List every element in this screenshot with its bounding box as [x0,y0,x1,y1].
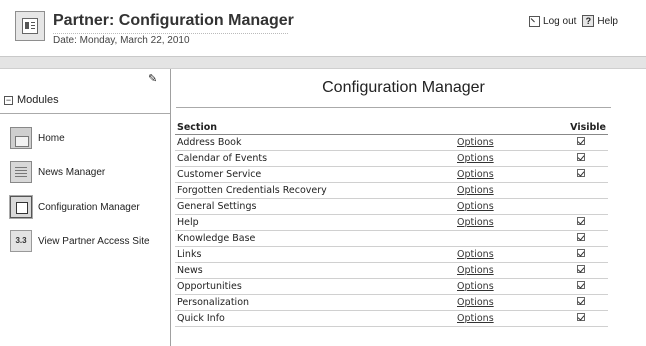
table-row: Quick Info Options [175,310,608,327]
visible-cell [554,150,608,167]
sidebar-item-home[interactable]: Home [10,127,65,149]
options-link[interactable]: Options [455,294,554,311]
title-rule [176,107,611,108]
options-link[interactable]: Options [455,182,554,199]
section-name: Opportunities [175,278,455,295]
visible-checkbox-icon[interactable] [577,217,585,225]
visible-checkbox-icon[interactable] [577,265,585,273]
table-row: General Settings Options [175,198,608,215]
visible-cell [554,246,608,263]
toolbar-band [0,57,646,69]
section-name: News [175,262,455,279]
page-title: Configuration Manager [322,79,485,96]
table-row: News Options [175,262,608,279]
visible-cell [554,214,608,231]
visible-checkbox-icon[interactable] [577,153,585,161]
visible-cell [554,134,608,151]
section-name: Knowledge Base [175,230,455,247]
collapse-icon[interactable]: − [4,95,13,105]
help-link[interactable]: ? Help [582,15,618,27]
visible-checkbox-icon[interactable] [577,313,585,321]
sidebar-item-label: View Partner Access Site [38,235,150,247]
sidebar-item-label: Configuration Manager [38,201,140,213]
home-icon [10,127,32,149]
sidebar: ✎ − Modules Home News Manager Configurat… [0,69,171,346]
section-name: Customer Service [175,166,455,183]
app-title: Partner: Configuration Manager [53,12,294,29]
table-row: Help Options [175,214,608,231]
app-logo-icon [15,11,45,41]
logout-label: Log out [543,15,577,27]
options-column-header [455,121,554,135]
table-row: Links Options [175,246,608,263]
options-link[interactable]: Options [455,310,554,327]
options-link[interactable]: Options [455,246,554,263]
section-name: Personalization [175,294,455,311]
visible-cell [554,310,608,327]
table-row: Address Book Options [175,134,608,151]
current-date: Date: Monday, March 22, 2010 [53,35,190,46]
help-icon: ? [582,15,595,27]
visible-column-header: Visible [554,121,608,135]
section-name: Quick Info [175,310,455,327]
help-label: Help [597,15,618,27]
section-name: Links [175,246,455,263]
news-manager-icon [10,161,32,183]
table-row: Knowledge Base [175,230,608,247]
table-header-row: Section Visible [175,121,608,135]
app-header: Partner: Configuration Manager Date: Mon… [0,0,646,57]
section-name: Forgotten Credentials Recovery [175,182,455,199]
modules-label: Modules [17,94,59,106]
visible-checkbox-icon[interactable] [577,249,585,257]
sections-table: Section Visible Address Book Options Calen… [175,121,608,327]
visible-cell [554,182,608,199]
pin-icon[interactable]: ✎ [148,72,157,85]
visible-checkbox-icon[interactable] [577,137,585,145]
options-link[interactable]: Options [455,150,554,167]
modules-header[interactable]: − Modules [4,94,59,106]
visible-checkbox-icon[interactable] [577,169,585,177]
section-name: General Settings [175,198,455,215]
options-link[interactable]: Options [455,278,554,295]
section-name: Help [175,214,455,231]
visible-cell [554,294,608,311]
options-link[interactable]: Options [455,262,554,279]
visible-cell [554,198,608,215]
visible-cell [554,166,608,183]
table-row: Calendar of Events Options [175,150,608,167]
modules-divider [0,113,170,114]
section-name: Address Book [175,134,455,151]
logout-link[interactable]: Log out [529,15,577,27]
title-divider [53,33,288,34]
options-link[interactable]: Options [455,166,554,183]
options-link[interactable]: Options [455,198,554,215]
logout-icon [529,15,541,27]
options-link[interactable]: Options [455,214,554,231]
visible-checkbox-icon[interactable] [577,233,585,241]
visible-checkbox-icon[interactable] [577,281,585,289]
table-row: Forgotten Credentials Recovery Options [175,182,608,199]
sidebar-item-label: Home [38,132,65,144]
section-name: Calendar of Events [175,150,455,167]
visible-checkbox-icon[interactable] [577,297,585,305]
options-link [455,230,554,247]
visible-cell [554,262,608,279]
sidebar-item-news-manager[interactable]: News Manager [10,161,105,183]
partner-site-icon: 3.3 [10,230,32,252]
sidebar-item-configuration-manager[interactable]: Configuration Manager [9,195,140,219]
visible-cell [554,230,608,247]
table-row: Opportunities Options [175,278,608,295]
sidebar-item-label: News Manager [38,166,106,178]
sidebar-item-view-partner-access-site[interactable]: 3.3 View Partner Access Site [10,230,150,252]
main-content: Configuration Manager Section Visible Ad… [171,69,646,346]
configuration-manager-icon [9,195,33,219]
visible-cell [554,278,608,295]
table-row: Customer Service Options [175,166,608,183]
options-link[interactable]: Options [455,134,554,151]
top-nav: Log out ? Help [529,15,618,27]
table-row: Personalization Options [175,294,608,311]
section-column-header: Section [175,121,455,135]
